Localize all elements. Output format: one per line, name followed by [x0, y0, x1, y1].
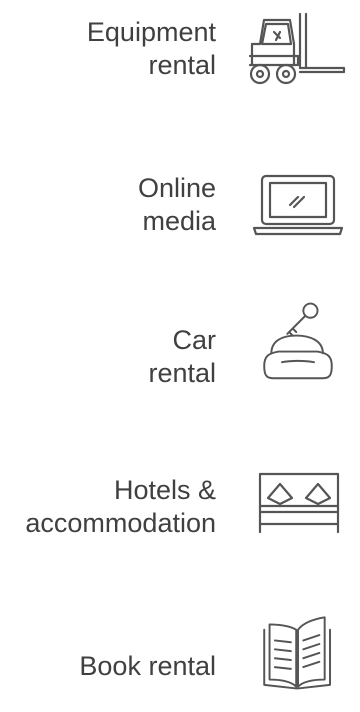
category-label-line2: rental	[148, 358, 216, 388]
category-label-line1: Online	[137, 173, 216, 203]
category-label-line1: Car	[172, 325, 216, 355]
forklift-icon	[246, 10, 350, 90]
category-label-line2: accommodation	[25, 508, 216, 538]
laptop-icon	[246, 162, 350, 242]
car-key-icon	[246, 300, 350, 380]
category-label: Hotels & accommodation	[0, 474, 216, 540]
category-car-rental[interactable]: Car rental	[0, 300, 360, 400]
category-label-line1: Equipment	[86, 17, 216, 47]
category-label: Online media	[0, 172, 216, 238]
category-label-line2: media	[142, 206, 216, 236]
category-label-line1: Hotels &	[113, 475, 216, 505]
category-label: Car rental	[0, 324, 216, 390]
category-hotels-accommodation[interactable]: Hotels & accommodation	[0, 462, 360, 562]
category-equipment-rental[interactable]: Equipment rental	[0, 10, 360, 110]
category-book-rental[interactable]: Book rental	[0, 612, 360, 712]
category-label-line2: rental	[148, 50, 216, 80]
category-label: Equipment rental	[0, 16, 216, 82]
category-label-line1: Book rental	[79, 651, 216, 681]
book-icon	[246, 612, 350, 692]
bed-icon	[246, 462, 350, 542]
category-online-media[interactable]: Online media	[0, 162, 360, 262]
category-label: Book rental	[0, 650, 216, 683]
